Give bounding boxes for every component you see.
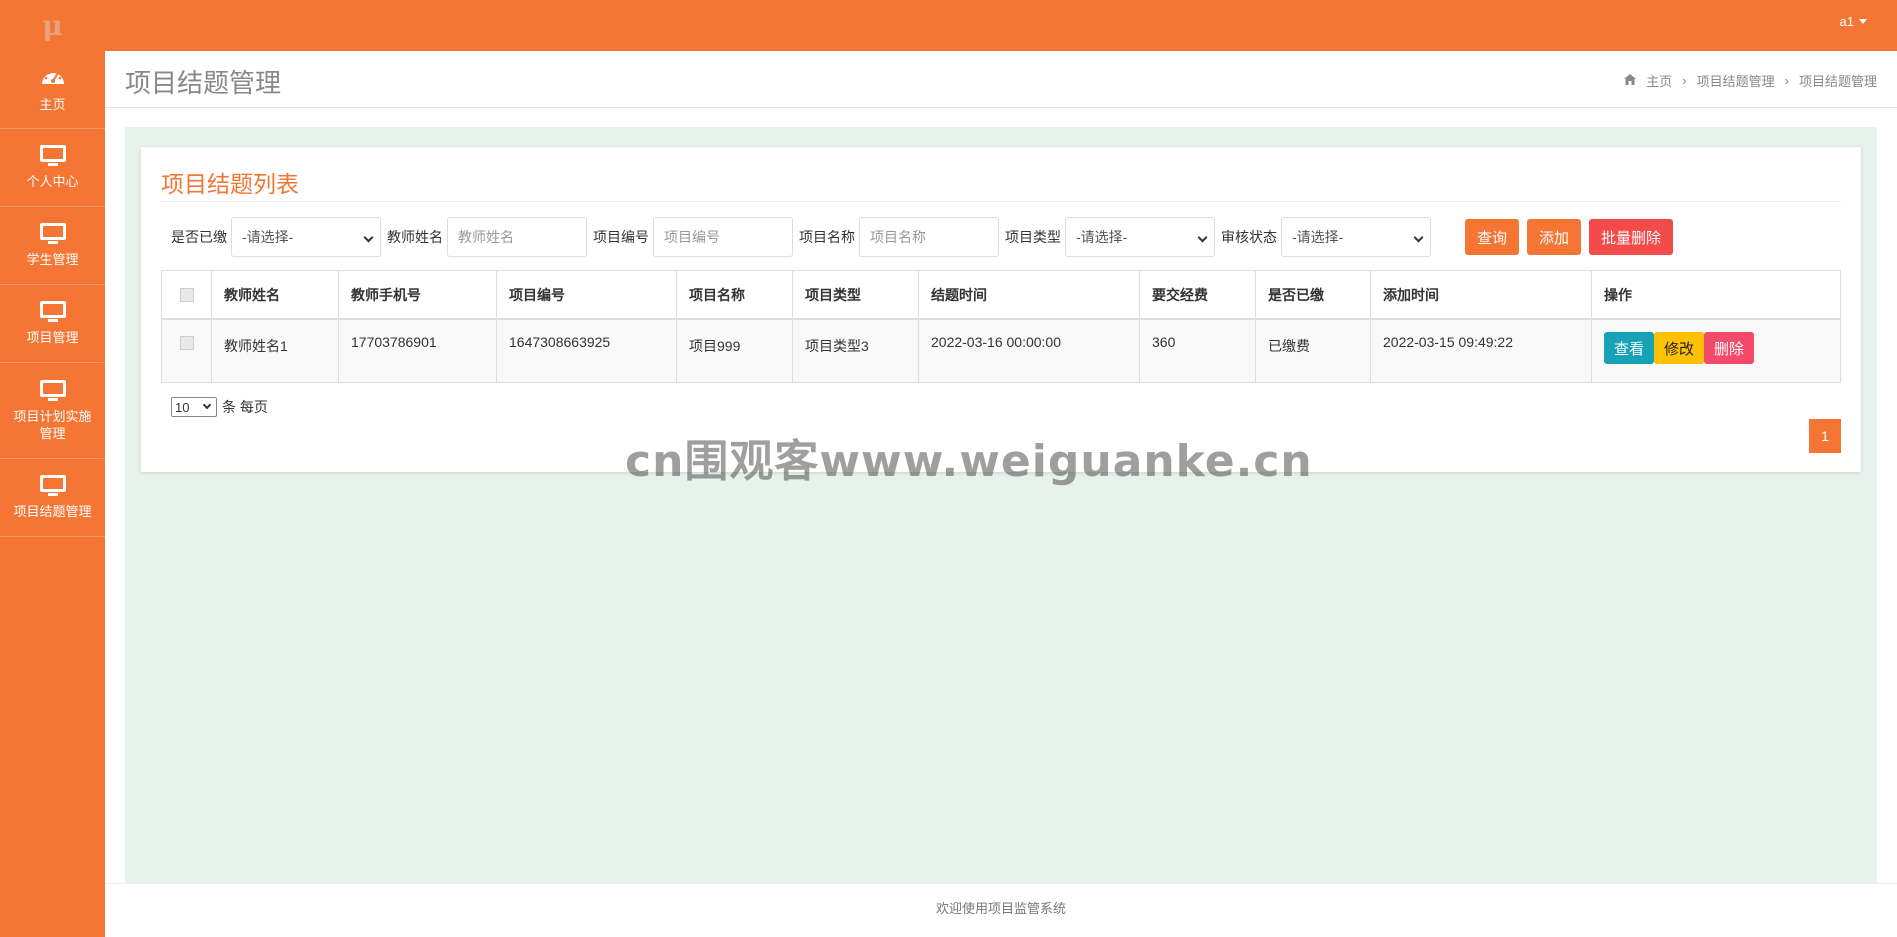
batch-delete-button[interactable]: 批量删除 [1589, 219, 1674, 255]
sidebar-item-label: 个人中心 [26, 174, 79, 189]
cell-paid: 已缴费 [1256, 320, 1371, 382]
content-header: 项目结题管理 主页 › 项目结题管理 › 项目结题管理 [105, 51, 1897, 108]
cell-actions: 查看 修改 删除 [1592, 320, 1840, 382]
filter-bar: 是否已缴 -请选择- 教师姓名 教师姓名 项目编号 项目编号 项目名称 项目名称… [171, 217, 1674, 257]
user-name: a1 [1839, 14, 1854, 29]
col-actions: 操作 [1604, 286, 1632, 303]
page-size-select[interactable]: 10 [171, 397, 217, 417]
home-icon [1624, 73, 1637, 88]
sidebar-item-home[interactable]: 主页 [0, 51, 105, 129]
sidebar-item-label: 项目管理 [26, 330, 79, 345]
top-bar: μ a1 [0, 0, 1897, 51]
teacher-label: 教师姓名 [387, 229, 443, 245]
logo[interactable]: μ [0, 0, 105, 51]
cell-project-type: 项目类型3 [793, 320, 919, 382]
chevron-down-icon [1197, 232, 1208, 243]
cell-added-time: 2022-03-15 09:49:22 [1371, 320, 1592, 382]
project-name-input[interactable]: 项目名称 [859, 217, 999, 257]
table-row: 教师姓名1 17703786901 1647308663925 项目999 项目… [162, 320, 1840, 382]
user-menu[interactable]: a1 [1840, 14, 1867, 29]
col-project-name: 项目名称 [677, 271, 793, 318]
table-header: 教师姓名 教师手机号 项目编号 项目名称 项目类型 结题时间 要交经费 是否已缴… [162, 271, 1840, 320]
project-type-value: -请选择- [1076, 229, 1128, 245]
paid-select-value: -请选择- [242, 229, 294, 245]
row-checkbox-cell [162, 320, 212, 382]
col-project-type: 项目类型 [793, 271, 919, 318]
select-all-checkbox[interactable] [179, 287, 194, 302]
col-closure-time: 结题时间 [919, 271, 1140, 318]
audit-label: 审核状态 [1221, 229, 1277, 245]
sidebar-item-label: 主页 [39, 97, 66, 112]
project-no-input[interactable]: 项目编号 [653, 217, 793, 257]
pagination-page-1[interactable]: 1 [1809, 419, 1841, 453]
row-checkbox[interactable] [179, 336, 194, 350]
cell-project-no: 1647308663925 [497, 320, 677, 382]
chevron-right-icon: › [1682, 73, 1687, 88]
header-checkbox-cell [162, 271, 212, 318]
col-project-no: 项目编号 [497, 271, 677, 318]
page-size-control: 10 条 每页 [171, 397, 268, 417]
search-button[interactable]: 查询 [1465, 219, 1520, 255]
edit-button[interactable]: 修改 [1654, 332, 1705, 364]
sidebar-item-label: 项目计划实施管理 [13, 408, 92, 441]
sidebar-item-label: 项目结题管理 [13, 504, 92, 519]
cell-teacher-phone: 17703786901 [339, 320, 497, 382]
col-teacher-name: 教师姓名 [212, 271, 339, 318]
chevron-down-icon [363, 232, 374, 243]
monitor-icon [39, 301, 66, 323]
chevron-right-icon: › [1784, 73, 1789, 88]
monitor-icon [39, 475, 66, 497]
audit-select[interactable]: -请选择- [1281, 217, 1431, 257]
delete-button[interactable]: 删除 [1704, 332, 1755, 364]
monitor-icon [39, 145, 66, 167]
card-title: 项目结题列表 [161, 171, 299, 197]
page-title: 项目结题管理 [125, 68, 282, 98]
breadcrumb-current: 项目结题管理 [1798, 74, 1877, 89]
project-type-select[interactable]: -请选择- [1065, 217, 1215, 257]
chevron-down-icon [202, 400, 212, 410]
project-no-label: 项目编号 [593, 229, 649, 245]
paid-label: 是否已缴 [171, 229, 227, 245]
data-table: 教师姓名 教师手机号 项目编号 项目名称 项目类型 结题时间 要交经费 是否已缴… [161, 270, 1841, 383]
add-button[interactable]: 添加 [1527, 219, 1582, 255]
cell-project-name: 项目999 [677, 320, 793, 382]
cell-funding: 360 [1140, 320, 1256, 382]
breadcrumb: 主页 › 项目结题管理 › 项目结题管理 [1624, 71, 1877, 90]
view-button[interactable]: 查看 [1604, 332, 1655, 364]
monitor-icon [39, 223, 66, 245]
cell-closure-time: 2022-03-16 00:00:00 [919, 320, 1140, 382]
monitor-icon [39, 379, 66, 402]
caret-down-icon [1859, 19, 1867, 24]
divider [161, 201, 1841, 202]
sidebar-item-label: 学生管理 [26, 252, 79, 267]
sidebar-item-students[interactable]: 学生管理 [0, 207, 105, 285]
breadcrumb-item[interactable]: 项目结题管理 [1697, 71, 1775, 90]
project-name-label: 项目名称 [799, 229, 855, 245]
watermark: cn围观客www.weiguanke.cn [625, 436, 1313, 487]
sidebar-item-profile[interactable]: 个人中心 [0, 129, 105, 207]
audit-value: -请选择- [1292, 229, 1344, 245]
per-page-label: 条 每页 [222, 399, 268, 415]
page-size-value: 10 [175, 399, 190, 415]
sidebar-item-closure[interactable]: 项目结题管理 [0, 459, 105, 537]
footer: 欢迎使用项目监管系统 [105, 883, 1897, 931]
chevron-down-icon [1413, 232, 1424, 243]
breadcrumb-home[interactable]: 主页 [1646, 71, 1672, 90]
sidebar-item-plan[interactable]: 项目计划实施管理 [0, 363, 105, 459]
sidebar: 主页 个人中心 学生管理 项目管理 项目计划实施管理 项目结题管理 [0, 51, 105, 937]
col-added-time: 添加时间 [1371, 271, 1592, 318]
list-card: 项目结题列表 是否已缴 -请选择- 教师姓名 教师姓名 项目编号 项目编号 项目… [141, 147, 1861, 472]
cell-teacher-name: 教师姓名1 [212, 320, 339, 382]
col-paid: 是否已缴 [1256, 271, 1371, 318]
paid-select[interactable]: -请选择- [231, 217, 381, 257]
col-funding: 要交经费 [1140, 271, 1256, 318]
sidebar-item-projects[interactable]: 项目管理 [0, 285, 105, 363]
col-teacher-phone: 教师手机号 [339, 271, 497, 318]
teacher-input[interactable]: 教师姓名 [447, 217, 587, 257]
project-type-label: 项目类型 [1005, 229, 1061, 245]
dashboard-icon [40, 66, 66, 90]
